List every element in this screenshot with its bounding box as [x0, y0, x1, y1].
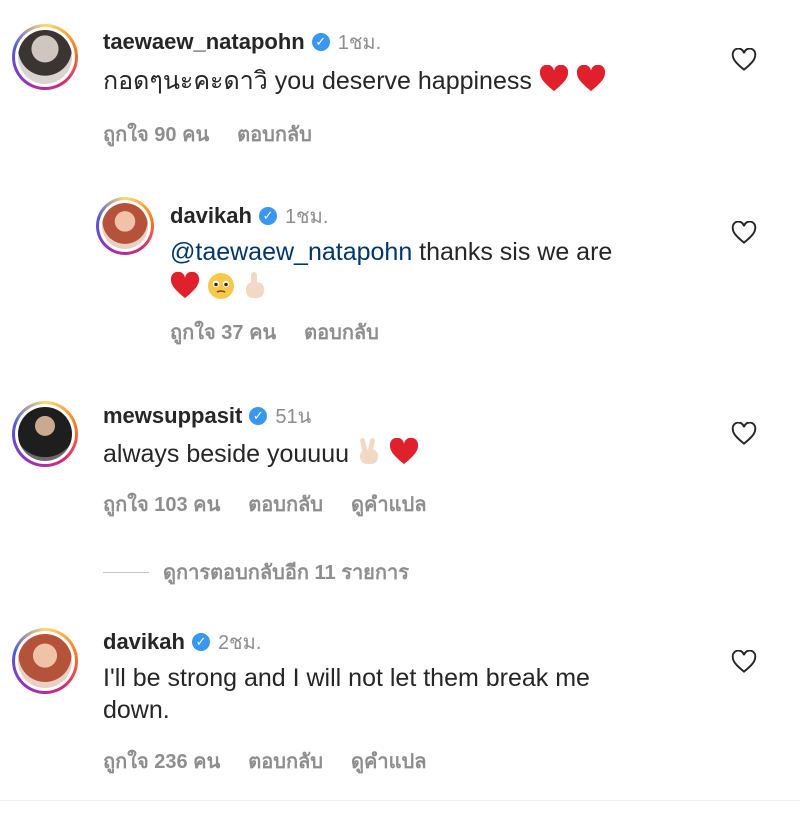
mention-link[interactable]: @taewaew_natapohn: [170, 238, 412, 266]
verified-badge-icon: ✓: [311, 33, 330, 51]
like-heart-icon[interactable]: [731, 47, 757, 74]
comment-text: @taewaew_natapohn thanks sis we are: [170, 238, 613, 266]
verified-badge-icon: ✓: [191, 633, 210, 651]
likes-count[interactable]: ถูกใจ 90 คน: [103, 118, 209, 150]
divider: [103, 571, 149, 573]
avatar[interactable]: [12, 401, 78, 467]
timestamp[interactable]: 2ชม.: [218, 626, 261, 658]
comment-emojis: [170, 270, 268, 308]
timestamp[interactable]: 1ชม.: [338, 26, 381, 58]
verified-badge-icon: ✓: [258, 207, 277, 225]
avatar[interactable]: [12, 24, 78, 90]
comment-text-line-2: down.: [103, 696, 170, 724]
timestamp[interactable]: 51น: [275, 400, 311, 432]
reply-button[interactable]: ตอบกลับ: [304, 316, 379, 348]
teary-face-emoji-icon: [207, 272, 235, 308]
username[interactable]: davikah: [170, 203, 252, 229]
username[interactable]: davikah: [103, 629, 185, 655]
hand-emoji-icon: [242, 270, 268, 308]
red-heart-emoji-icon: [539, 64, 569, 101]
reply-button[interactable]: ตอบกลับ: [248, 745, 323, 777]
username[interactable]: mewsuppasit: [103, 403, 242, 429]
like-heart-icon[interactable]: [731, 649, 757, 676]
verified-badge-icon: ✓: [249, 407, 268, 425]
avatar[interactable]: [96, 197, 154, 255]
like-heart-icon[interactable]: [731, 220, 757, 247]
likes-count[interactable]: ถูกใจ 236 คน: [103, 745, 220, 777]
comment-text: always beside youuuu: [103, 436, 419, 474]
red-heart-emoji-icon: [576, 64, 606, 101]
comment-text: กอดๆนะคะดาวิ you deserve happiness: [103, 64, 606, 101]
victory-hand-emoji-icon: [356, 436, 382, 474]
red-heart-emoji-icon: [389, 437, 419, 474]
avatar[interactable]: [12, 628, 78, 694]
reply-button[interactable]: ตอบกลับ: [248, 488, 323, 520]
timestamp[interactable]: 1ชม.: [285, 200, 328, 232]
see-translation-button[interactable]: ดูคำแปล: [351, 745, 426, 777]
comment-text-line-1: I'll be strong and I will not let them b…: [103, 664, 590, 692]
divider: [0, 800, 800, 801]
username[interactable]: taewaew_natapohn: [103, 29, 305, 55]
view-more-replies-button[interactable]: ดูการตอบกลับอีก 11 รายการ: [103, 556, 409, 588]
likes-count[interactable]: ถูกใจ 37 คน: [170, 316, 276, 348]
likes-count[interactable]: ถูกใจ 103 คน: [103, 488, 220, 520]
red-heart-emoji-icon: [170, 271, 200, 308]
see-translation-button[interactable]: ดูคำแปล: [351, 488, 426, 520]
like-heart-icon[interactable]: [731, 421, 757, 448]
view-more-replies-label: ดูการตอบกลับอีก 11 รายการ: [163, 562, 409, 584]
reply-button[interactable]: ตอบกลับ: [237, 118, 312, 150]
